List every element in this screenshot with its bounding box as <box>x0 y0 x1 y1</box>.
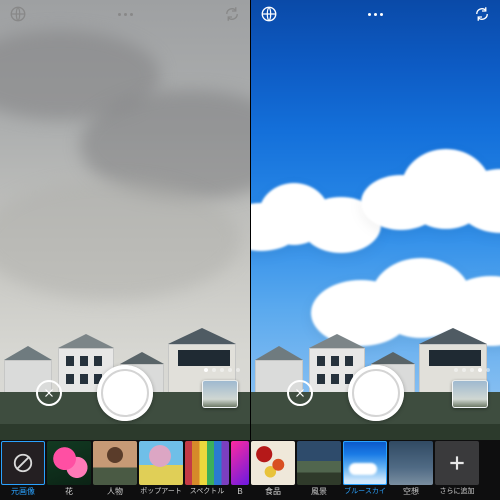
filter-b[interactable]: B <box>230 440 250 500</box>
more-icon[interactable] <box>115 4 135 24</box>
filter-label: スペクトル <box>190 485 225 499</box>
camera-controls <box>0 358 250 428</box>
globe-icon[interactable] <box>8 4 28 24</box>
plus-icon <box>435 441 479 485</box>
filter-thumb <box>139 441 183 485</box>
filter-spectre[interactable]: スペクトル <box>184 440 230 500</box>
filter-tiles: 元画像 花 人物 ポップアート スペクトル B <box>0 440 480 500</box>
filter-label: 花 <box>65 485 73 499</box>
top-bar <box>0 0 250 28</box>
filter-thumb <box>185 441 229 485</box>
filter-hana[interactable]: 花 <box>46 440 92 500</box>
filter-thumb <box>93 441 137 485</box>
shutter-button[interactable] <box>97 365 153 421</box>
globe-icon[interactable] <box>259 4 279 24</box>
filter-label: さらに追加 <box>440 485 475 499</box>
close-button[interactable] <box>36 380 62 406</box>
page-indicator <box>204 368 240 372</box>
filter-fuukei[interactable]: 風景 <box>296 440 342 500</box>
filter-label: 空想 <box>403 485 419 499</box>
filter-label: ブルースカイ <box>344 485 386 499</box>
filter-label: B <box>237 485 242 499</box>
last-photo-thumbnail[interactable] <box>202 380 238 408</box>
filter-thumb <box>231 441 249 485</box>
preview-pane-original <box>0 0 250 440</box>
comparison-stage: 元画像 花 人物 ポップアート スペクトル B <box>0 0 500 500</box>
last-photo-thumbnail[interactable] <box>452 380 488 408</box>
filter-add-more[interactable]: さらに追加 <box>434 440 480 500</box>
close-button[interactable] <box>287 380 313 406</box>
camera-controls <box>251 358 500 428</box>
preview-pane-filtered <box>250 0 500 440</box>
refresh-icon[interactable] <box>472 4 492 24</box>
filter-popart[interactable]: ポップアート <box>138 440 184 500</box>
filter-food[interactable]: 食品 <box>250 440 296 500</box>
no-filter-icon <box>1 441 45 485</box>
filter-none[interactable]: 元画像 <box>0 440 46 500</box>
filter-thumb <box>47 441 91 485</box>
filter-label: 人物 <box>107 485 123 499</box>
filter-label: 食品 <box>265 485 281 499</box>
filter-label: 元画像 <box>11 485 35 499</box>
refresh-icon[interactable] <box>222 4 242 24</box>
page-indicator <box>454 368 490 372</box>
filter-jinbutsu[interactable]: 人物 <box>92 440 138 500</box>
filter-strip[interactable]: 元画像 花 人物 ポップアート スペクトル B <box>0 440 500 500</box>
filter-thumb <box>251 441 295 485</box>
filter-kuusou[interactable]: 空想 <box>388 440 434 500</box>
filter-bluesky[interactable]: ブルースカイ <box>342 440 388 500</box>
filter-thumb <box>343 441 387 485</box>
shutter-button[interactable] <box>348 365 404 421</box>
filter-label: ポップアート <box>140 485 182 499</box>
filter-label: 風景 <box>311 485 327 499</box>
top-bar <box>251 0 500 28</box>
filter-thumb <box>297 441 341 485</box>
more-icon[interactable] <box>366 4 386 24</box>
filter-thumb <box>389 441 433 485</box>
